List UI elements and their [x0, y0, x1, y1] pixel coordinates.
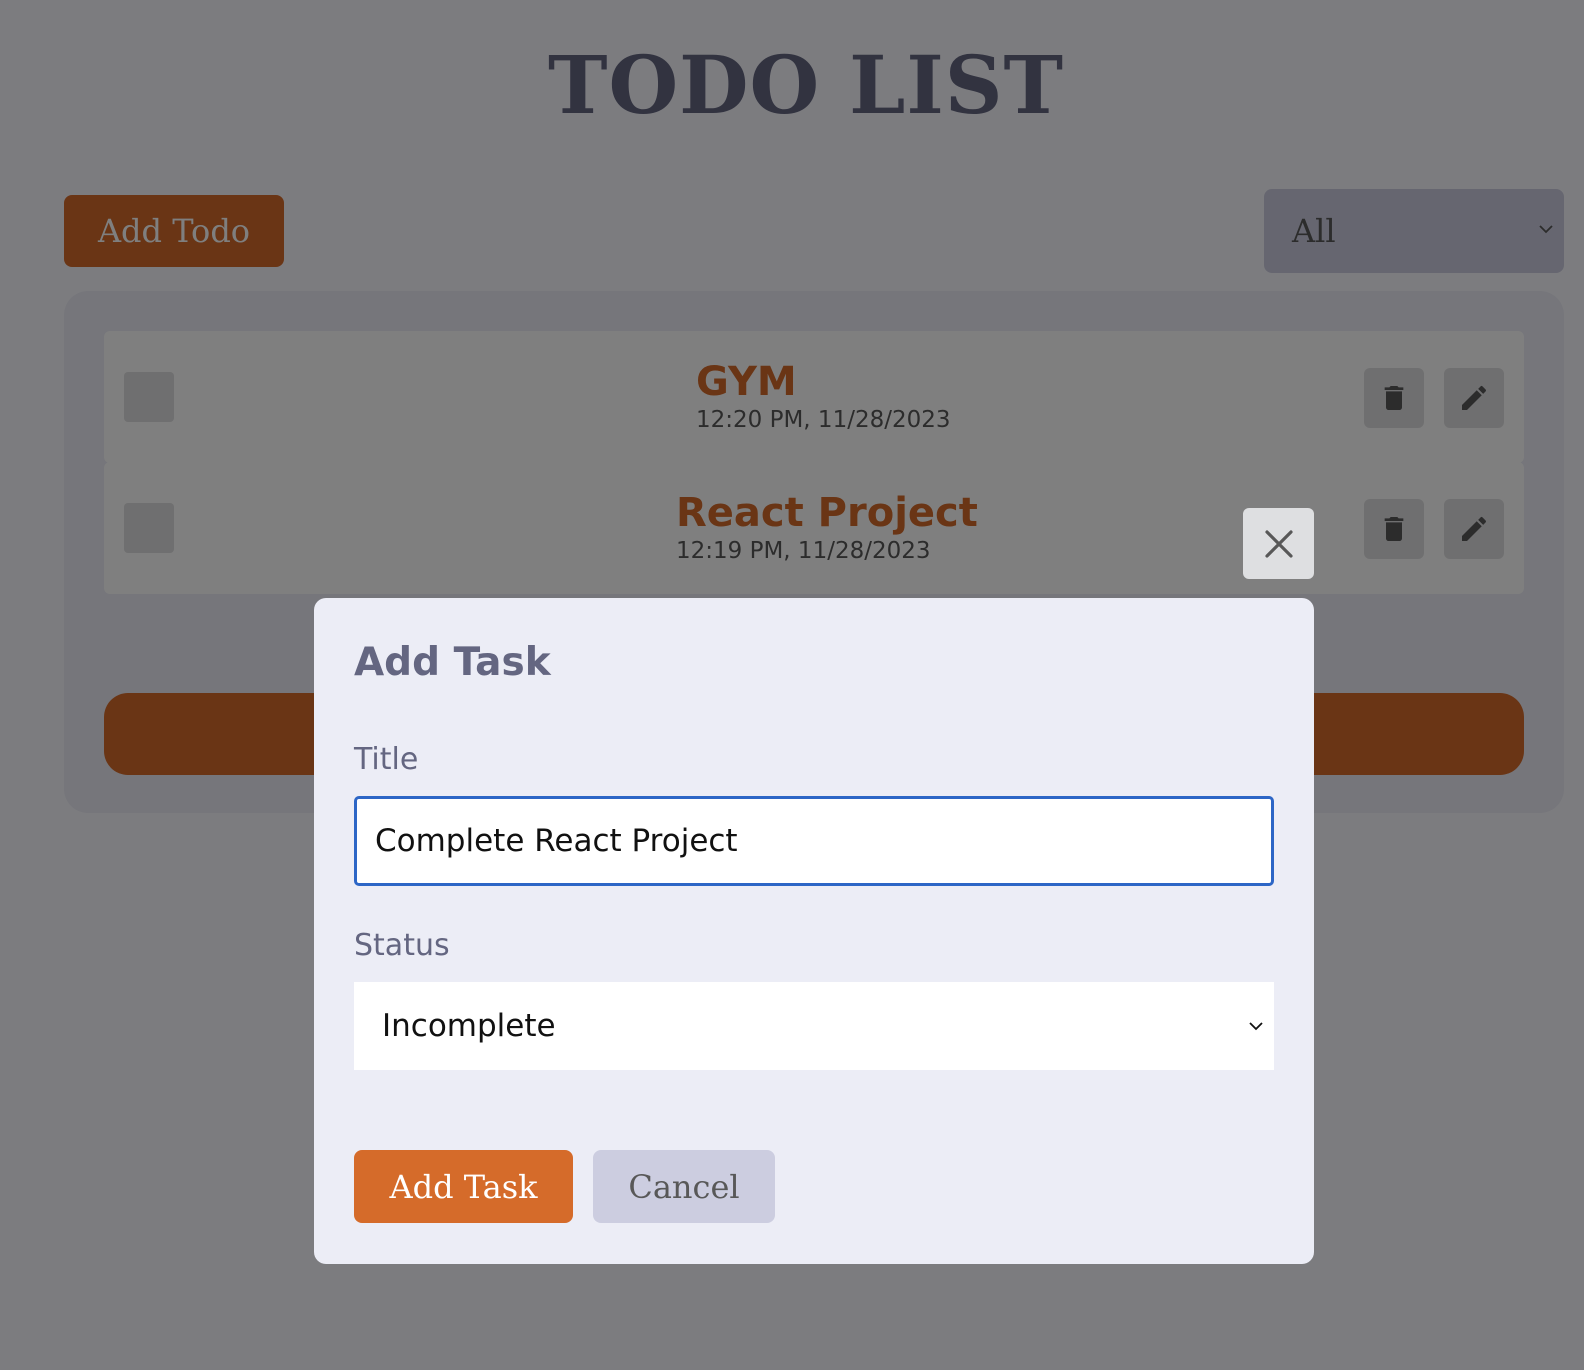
- chevron-down-icon: [1249, 1022, 1263, 1031]
- modal-close-button[interactable]: [1243, 508, 1314, 579]
- close-icon: [1264, 529, 1293, 558]
- status-label: Status: [354, 928, 450, 963]
- title-label: Title: [354, 742, 419, 777]
- status-select[interactable]: Incomplete: [354, 982, 1274, 1070]
- modal-title: Add Task: [354, 640, 551, 685]
- cancel-button[interactable]: Cancel: [593, 1150, 775, 1223]
- status-selected-value: Incomplete: [382, 1008, 556, 1044]
- title-input[interactable]: [354, 796, 1274, 886]
- add-task-button[interactable]: Add Task: [354, 1150, 573, 1223]
- add-task-modal: Add Task Title Status Incomplete Add Tas…: [314, 598, 1314, 1264]
